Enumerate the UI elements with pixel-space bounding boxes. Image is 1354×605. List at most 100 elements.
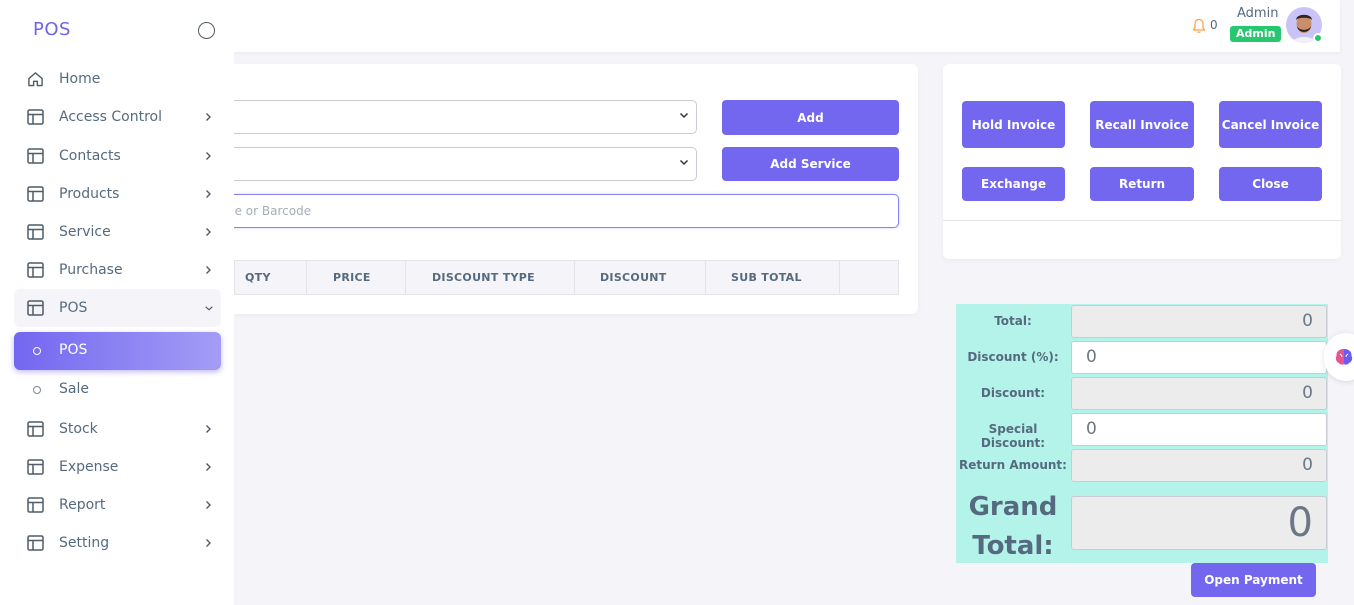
notification-count: 0 bbox=[1210, 18, 1218, 32]
column-header-sub-total: SUB TOTAL bbox=[731, 271, 802, 284]
column-header-discount-type: DISCOUNT TYPE bbox=[432, 271, 535, 284]
sidebar-item-label: Contacts bbox=[59, 148, 121, 164]
layout-icon bbox=[27, 497, 44, 513]
sidebar-item-label: Report bbox=[59, 497, 106, 513]
recall-invoice-button[interactable]: Recall Invoice bbox=[1090, 101, 1194, 148]
brand-logo[interactable]: POS bbox=[33, 19, 71, 40]
column-divider bbox=[574, 261, 575, 294]
chevron-right-icon bbox=[206, 463, 211, 471]
sidebar-item-purchase[interactable]: Purchase bbox=[14, 251, 221, 289]
topbar: 0 Admin Admin bbox=[234, 0, 1340, 52]
chevron-right-icon bbox=[206, 152, 211, 160]
items-table-header: QTY PRICE DISCOUNT TYPE DISCOUNT SUB TOT… bbox=[234, 260, 899, 295]
layout-icon bbox=[27, 262, 44, 278]
column-divider bbox=[405, 261, 406, 294]
sidebar-item-label: Purchase bbox=[59, 262, 123, 278]
discount-percent-input[interactable]: 0 bbox=[1071, 341, 1327, 374]
add-service-button[interactable]: Add Service bbox=[722, 147, 899, 181]
add-button[interactable]: Add bbox=[722, 100, 899, 135]
layout-icon bbox=[27, 300, 44, 316]
sidebar: POS Home Access Control Contacts Product… bbox=[0, 0, 234, 605]
sidebar-item-products[interactable]: Products bbox=[14, 175, 221, 213]
column-divider bbox=[839, 261, 840, 294]
product-search-input[interactable] bbox=[224, 194, 899, 228]
brain-icon bbox=[1335, 349, 1353, 365]
discount-label: Discount: bbox=[980, 386, 1046, 400]
special-discount-label: Special Discount: bbox=[980, 422, 1046, 450]
discount-percent-label: Discount (%): bbox=[967, 350, 1059, 364]
chevron-right-icon bbox=[206, 228, 211, 236]
total-label: Total: bbox=[994, 314, 1032, 328]
return-button[interactable]: Return bbox=[1090, 167, 1194, 201]
layout-icon bbox=[27, 148, 44, 164]
column-divider bbox=[705, 261, 706, 294]
invoice-actions-card: Hold Invoice Recall Invoice Cancel Invoi… bbox=[943, 64, 1341, 259]
layout-icon bbox=[27, 421, 44, 437]
bell-icon[interactable] bbox=[1192, 18, 1206, 34]
chevron-down-icon bbox=[679, 112, 689, 119]
circle-icon bbox=[33, 347, 41, 355]
chevron-right-icon bbox=[206, 501, 211, 509]
special-discount-input[interactable]: 0 bbox=[1071, 413, 1327, 446]
chevron-right-icon bbox=[206, 266, 211, 274]
column-header-discount: DISCOUNT bbox=[600, 271, 667, 284]
return-amount-label: Return Amount: bbox=[959, 458, 1067, 472]
hold-invoice-button[interactable]: Hold Invoice bbox=[962, 101, 1065, 148]
sidebar-subitem-sale[interactable]: Sale bbox=[14, 371, 221, 409]
user-role-badge: Admin bbox=[1230, 26, 1282, 42]
discount-value: 0 bbox=[1071, 377, 1327, 410]
sidebar-item-label: Expense bbox=[59, 459, 119, 475]
home-icon bbox=[28, 72, 43, 87]
floating-assistant-button[interactable] bbox=[1324, 333, 1354, 381]
chevron-right-icon bbox=[206, 425, 211, 433]
exchange-button[interactable]: Exchange bbox=[962, 167, 1065, 201]
chevron-down-icon bbox=[679, 159, 689, 166]
sidebar-item-service[interactable]: Service bbox=[14, 213, 221, 251]
totals-panel: Total: 0 Discount (%): 0 Discount: 0 Spe… bbox=[956, 304, 1328, 563]
layout-icon bbox=[27, 186, 44, 202]
layout-icon bbox=[27, 109, 44, 125]
chevron-right-icon bbox=[206, 113, 211, 121]
online-status-dot bbox=[1313, 33, 1323, 43]
sidebar-item-home[interactable]: Home bbox=[14, 60, 221, 98]
sidebar-subitem-label: POS bbox=[59, 342, 88, 358]
grand-total-label: Grand Total: bbox=[968, 492, 1058, 561]
close-button[interactable]: Close bbox=[1219, 167, 1322, 201]
sidebar-item-label: Setting bbox=[59, 535, 110, 551]
service-select[interactable] bbox=[224, 147, 697, 181]
pos-entry-card: Add Add Service QTY PRICE DISCOUNT TYPE … bbox=[224, 64, 918, 314]
sidebar-item-label: Home bbox=[59, 71, 101, 87]
chevron-right-icon bbox=[206, 539, 211, 547]
sidebar-subitem-pos[interactable]: POS bbox=[14, 332, 221, 370]
column-header-price: PRICE bbox=[333, 271, 371, 284]
layout-icon bbox=[27, 459, 44, 475]
sidebar-toggle-icon[interactable] bbox=[198, 22, 215, 39]
sidebar-item-setting[interactable]: Setting bbox=[14, 524, 221, 562]
sidebar-subitem-label: Sale bbox=[59, 381, 89, 397]
total-value: 0 bbox=[1071, 305, 1327, 338]
sidebar-item-label: Access Control bbox=[59, 109, 162, 125]
card-divider bbox=[943, 220, 1341, 221]
circle-icon bbox=[33, 386, 41, 394]
sidebar-item-access-control[interactable]: Access Control bbox=[14, 98, 221, 136]
sidebar-item-stock[interactable]: Stock bbox=[14, 410, 221, 448]
column-divider bbox=[306, 261, 307, 294]
cancel-invoice-button[interactable]: Cancel Invoice bbox=[1219, 101, 1322, 148]
grand-total-value: 0 bbox=[1071, 496, 1327, 550]
layout-icon bbox=[27, 224, 44, 240]
column-header-qty: QTY bbox=[245, 271, 271, 284]
open-payment-button[interactable]: Open Payment bbox=[1191, 563, 1316, 597]
customer-select[interactable] bbox=[224, 100, 697, 134]
layout-icon bbox=[27, 535, 44, 551]
sidebar-item-report[interactable]: Report bbox=[14, 486, 221, 524]
sidebar-item-contacts[interactable]: Contacts bbox=[14, 137, 221, 175]
sidebar-item-pos[interactable]: POS bbox=[14, 289, 221, 327]
sidebar-item-label: Stock bbox=[59, 421, 98, 437]
sidebar-item-expense[interactable]: Expense bbox=[14, 448, 221, 486]
chevron-down-icon bbox=[205, 306, 213, 311]
sidebar-item-label: POS bbox=[59, 300, 88, 316]
sidebar-item-label: Service bbox=[59, 224, 111, 240]
user-name: Admin bbox=[1237, 6, 1279, 21]
chevron-right-icon bbox=[206, 190, 211, 198]
sidebar-item-label: Products bbox=[59, 186, 120, 202]
